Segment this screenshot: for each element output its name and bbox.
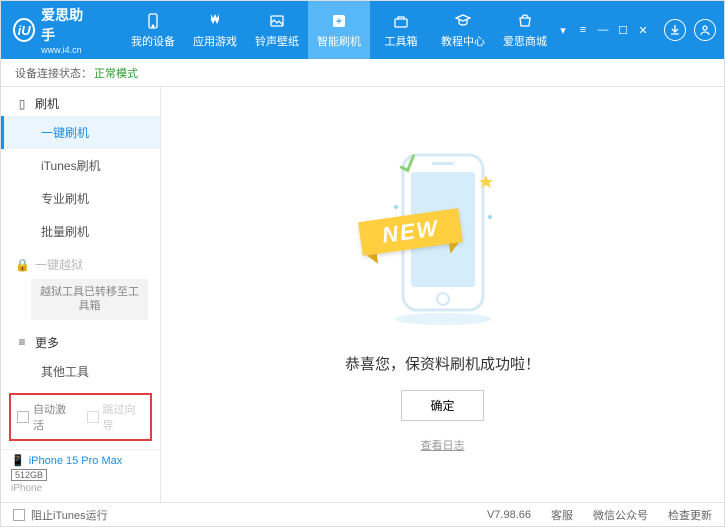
shop-icon bbox=[516, 12, 534, 30]
top-nav: 我的设备 应用游戏 铃声壁纸 智能刷机 工具箱 教程中心 爱思商城 bbox=[122, 1, 556, 59]
user-button[interactable] bbox=[694, 19, 716, 41]
phone-icon: 📱 bbox=[11, 454, 25, 467]
view-log-link[interactable]: 查看日志 bbox=[421, 437, 465, 453]
menu-icon[interactable]: ≡ bbox=[576, 23, 590, 37]
maximize-icon[interactable]: ☐ bbox=[616, 23, 630, 37]
sidebar-head-flash[interactable]: ▯刷机 bbox=[1, 87, 160, 116]
status-bar: 设备连接状态： 正常模式 bbox=[1, 59, 724, 87]
block-itunes-checkbox[interactable] bbox=[13, 509, 25, 521]
tutorial-icon bbox=[454, 12, 472, 30]
minimize-icon[interactable]: — bbox=[596, 23, 610, 37]
nav-tutorial[interactable]: 教程中心 bbox=[432, 1, 494, 59]
footer: 阻止iTunes运行 V7.98.66 客服 微信公众号 检查更新 bbox=[1, 502, 724, 526]
sidebar-head-jailbreak: 🔒一键越狱 bbox=[1, 248, 160, 277]
sidebar-item-itunes[interactable]: iTunes刷机 bbox=[1, 149, 160, 182]
phone-icon bbox=[144, 12, 162, 30]
success-message: 恭喜您，保资料刷机成功啦！ bbox=[345, 353, 540, 374]
lock-icon: 🔒 bbox=[15, 258, 29, 272]
flash-icon bbox=[330, 12, 348, 30]
app-icon bbox=[206, 12, 224, 30]
sidebar-jailbreak-note[interactable]: 越狱工具已转移至工具箱 bbox=[31, 279, 148, 320]
nav-toolbox[interactable]: 工具箱 bbox=[370, 1, 432, 59]
wallpaper-icon bbox=[268, 12, 286, 30]
sidebar-item-batch[interactable]: 批量刷机 bbox=[1, 215, 160, 248]
sidebar-item-oneclick[interactable]: 一键刷机 bbox=[1, 116, 160, 149]
footer-link-support[interactable]: 客服 bbox=[551, 507, 573, 523]
sidebar-item-pro[interactable]: 专业刷机 bbox=[1, 182, 160, 215]
device-type: iPhone bbox=[11, 483, 150, 494]
footer-link-update[interactable]: 检查更新 bbox=[668, 507, 712, 523]
logo: iU 爱思助手 www.i4.cn bbox=[13, 5, 92, 55]
download-button[interactable] bbox=[664, 19, 686, 41]
sidebar-head-more[interactable]: ≡更多 bbox=[1, 326, 160, 355]
ok-button[interactable]: 确定 bbox=[401, 390, 483, 421]
window-controls: ▾ ≡ — ☐ ✕ bbox=[556, 19, 716, 41]
main-content: NEW 恭喜您，保资料刷机成功啦！ 确定 查看日志 bbox=[161, 87, 724, 502]
device-info[interactable]: 📱iPhone 15 Pro Max 512GB iPhone bbox=[1, 449, 160, 502]
tshirt-icon[interactable]: ▾ bbox=[556, 23, 570, 37]
phone-icon: ▯ bbox=[15, 97, 29, 111]
nav-flash[interactable]: 智能刷机 bbox=[308, 1, 370, 59]
app-header: iU 爱思助手 www.i4.cn 我的设备 应用游戏 铃声壁纸 智能刷机 工具… bbox=[1, 1, 724, 59]
nav-my-device[interactable]: 我的设备 bbox=[122, 1, 184, 59]
nav-wallpaper[interactable]: 铃声壁纸 bbox=[246, 1, 308, 59]
skip-guide-checkbox: 跳过向导 bbox=[87, 401, 145, 433]
sidebar-item-other-tools[interactable]: 其他工具 bbox=[1, 355, 160, 387]
storage-badge: 512GB bbox=[11, 469, 47, 481]
toolbox-icon bbox=[392, 12, 410, 30]
app-title: 爱思助手 bbox=[41, 5, 92, 45]
close-icon[interactable]: ✕ bbox=[636, 23, 650, 37]
nav-shop[interactable]: 爱思商城 bbox=[494, 1, 556, 59]
auto-activate-checkbox[interactable]: 自动激活 bbox=[17, 401, 75, 433]
logo-icon: iU bbox=[13, 18, 35, 42]
status-label: 设备连接状态： bbox=[15, 65, 92, 81]
success-illustration: NEW bbox=[368, 137, 518, 337]
list-icon: ≡ bbox=[15, 335, 29, 349]
version-label: V7.98.66 bbox=[487, 509, 531, 521]
app-site: www.i4.cn bbox=[41, 45, 92, 55]
status-value: 正常模式 bbox=[94, 65, 138, 81]
nav-apps[interactable]: 应用游戏 bbox=[184, 1, 246, 59]
sidebar: ▯刷机 一键刷机 iTunes刷机 专业刷机 批量刷机 🔒一键越狱 越狱工具已转… bbox=[1, 87, 161, 502]
checkbox-highlight-box: 自动激活 跳过向导 bbox=[9, 393, 152, 441]
footer-link-wechat[interactable]: 微信公众号 bbox=[593, 507, 648, 523]
block-itunes-label: 阻止iTunes运行 bbox=[31, 507, 108, 523]
